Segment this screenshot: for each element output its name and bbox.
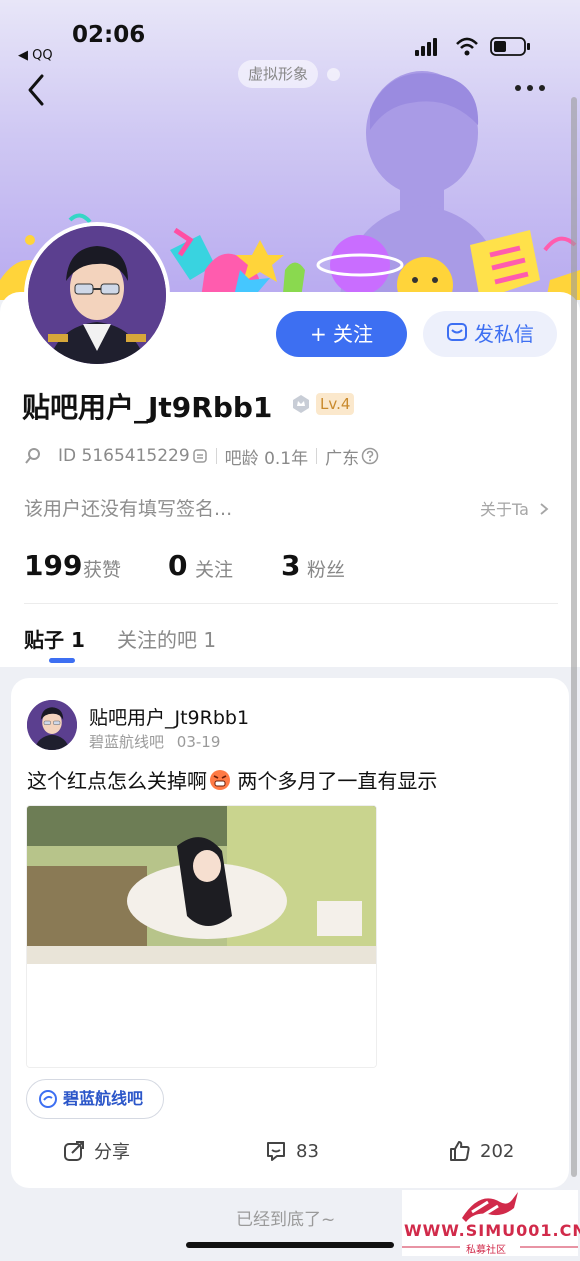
likes-count[interactable]: 199: [24, 549, 82, 582]
avatar[interactable]: [24, 222, 170, 368]
chevron-right-icon: [540, 503, 549, 515]
comment-icon: [267, 1142, 285, 1161]
fans-count[interactable]: 3: [281, 549, 300, 582]
forum-icon: [39, 1090, 57, 1108]
share-label: 分享: [94, 1142, 130, 1163]
watermark-subtext: 私募社区: [466, 1245, 506, 1256]
home-indicator[interactable]: [186, 1242, 394, 1248]
tab-indicator: [49, 658, 75, 663]
tab-followed-bars[interactable]: 关注的吧 1: [117, 624, 216, 653]
forum-tag-button[interactable]: 碧蓝航线吧: [26, 1079, 165, 1119]
pill-dot: [327, 68, 340, 81]
search-small-icon: [25, 448, 40, 464]
divider: [24, 603, 558, 604]
thumbs-up-icon: [450, 1141, 470, 1161]
following-count[interactable]: 0: [168, 549, 187, 582]
like-count: 202: [480, 1140, 515, 1162]
following-label: 关注: [195, 559, 234, 581]
bar-age: 吧龄 0.1年: [224, 448, 309, 469]
comment-button[interactable]: 83: [264, 1138, 319, 1164]
private-message-button[interactable]: 发私信: [423, 311, 557, 357]
post-text-part2: 两个多月了一直有显示: [231, 769, 438, 793]
likes-label: 获赞: [83, 559, 122, 581]
back-arrow-icon[interactable]: [24, 72, 50, 108]
private-message-label: 发私信: [474, 322, 534, 346]
post-author-name[interactable]: 贴吧用户_Jt9Rbb1: [89, 703, 249, 730]
profile-meta-row: ID 5165415229 吧龄 0.1年 广东: [24, 444, 379, 469]
avatar-illustration: [28, 226, 166, 364]
about-link[interactable]: 关于Ta: [480, 496, 550, 520]
avatar-illustration: [27, 700, 77, 750]
post-image[interactable]: [26, 805, 377, 1068]
share-icon: [64, 1141, 84, 1161]
virtual-avatar-button[interactable]: 虚拟形象: [238, 60, 319, 88]
wifi-icon: [456, 37, 478, 56]
share-button[interactable]: 分享: [62, 1138, 130, 1164]
tab-posts[interactable]: 贴子 1: [24, 624, 85, 653]
post-meta: 碧蓝航线吧 03-19: [89, 731, 220, 752]
back-to-app-indicator[interactable]: ◀ QQ: [18, 48, 53, 63]
post-date: 03-19: [176, 733, 221, 751]
user-id: ID 5165415229: [58, 446, 190, 466]
about-label: 关于Ta: [480, 500, 529, 519]
end-of-list-text: 已经到底了~: [236, 1210, 336, 1230]
copy-icon[interactable]: [192, 448, 208, 464]
mail-icon: [446, 313, 468, 359]
level-badge: Lv.4: [316, 393, 355, 415]
help-icon[interactable]: [361, 447, 379, 465]
status-time: 02:06: [72, 22, 146, 48]
username: 贴吧用户_Jt9Rbb1: [22, 391, 273, 424]
angry-emoji-icon: [209, 769, 231, 791]
watermark-text: WWW.SIMU001.CN: [404, 1221, 580, 1240]
cellular-signal-icon: [415, 38, 437, 56]
level-crown-icon: [293, 395, 309, 413]
divider: [316, 448, 318, 464]
like-button[interactable]: 202: [448, 1138, 514, 1164]
post-text[interactable]: 这个红点怎么关掉啊 两个多月了一直有显示: [27, 765, 437, 794]
fans-label: 粉丝: [307, 559, 346, 581]
post-forum[interactable]: 碧蓝航线吧: [89, 733, 164, 751]
forum-tag-label: 碧蓝航线吧: [63, 1089, 144, 1108]
more-options-icon[interactable]: [512, 80, 548, 96]
game-screenshot-image: [27, 806, 376, 1067]
status-icons: [415, 37, 530, 56]
location: 广东: [325, 448, 360, 469]
follow-button[interactable]: + 关注: [276, 311, 407, 357]
bio: 该用户还没有填写签名...: [24, 498, 233, 520]
scrollbar[interactable]: [571, 97, 577, 1177]
post-text-part1: 这个红点怎么关掉啊: [27, 769, 207, 793]
battery-icon: [490, 37, 530, 56]
post-author-avatar[interactable]: [27, 700, 77, 750]
divider: [215, 448, 217, 464]
comment-count: 83: [296, 1140, 319, 1162]
